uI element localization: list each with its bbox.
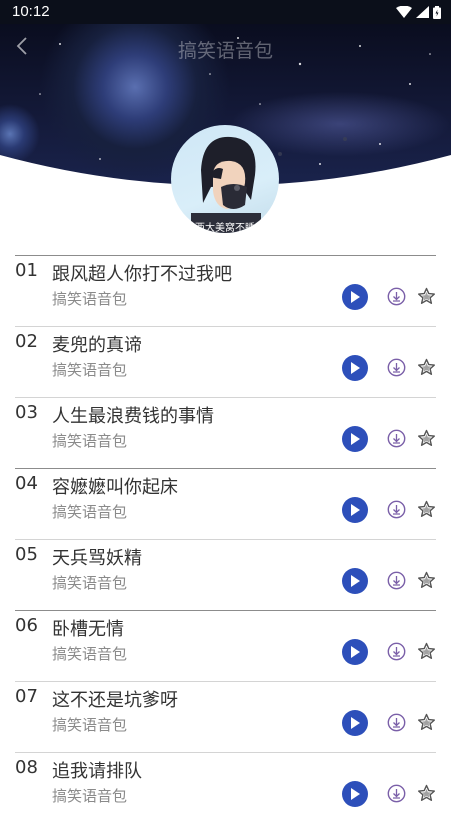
star-icon[interactable] [417, 500, 436, 519]
track-number: 08 [15, 757, 38, 778]
track-number: 01 [15, 260, 38, 281]
avatar[interactable]: 西大美窝不睡 [171, 125, 279, 233]
list-item[interactable]: 02 麦兜的真谛搞笑语音包 [15, 326, 436, 397]
list-item[interactable]: 05 天兵骂妖精搞笑语音包 [15, 539, 436, 610]
track-subtitle: 搞笑语音包 [52, 361, 128, 379]
battery-icon [433, 5, 441, 19]
page-title: 搞笑语音包 [177, 40, 273, 62]
download-icon[interactable] [387, 500, 406, 519]
track-title: 卧槽无情 [52, 619, 124, 640]
play-button[interactable] [342, 355, 368, 381]
track-number: 05 [15, 544, 38, 565]
play-icon [351, 575, 360, 587]
play-icon [351, 717, 360, 729]
play-button[interactable] [342, 568, 368, 594]
star-icon[interactable] [417, 642, 436, 661]
track-number: 03 [15, 402, 38, 423]
track-title: 跟风超人你打不过我吧 [52, 264, 232, 285]
download-icon[interactable] [387, 358, 406, 377]
status-bar: 10:12 [0, 0, 451, 24]
play-icon [351, 788, 360, 800]
download-icon[interactable] [387, 287, 406, 306]
list-item[interactable]: 08 追我请排队 搞笑语音包 [15, 752, 436, 823]
list-item[interactable]: 06 卧槽无情搞笑语音包 [15, 610, 436, 681]
track-subtitle: 搞笑语音包 [52, 574, 128, 592]
list-item[interactable]: 03 人生最浪费钱的事情 搞笑语音包 [15, 397, 436, 468]
track-subtitle: 搞笑语音包 [52, 645, 128, 663]
track-title: 容嬷嬷叫你起床 [52, 477, 178, 498]
download-icon[interactable] [387, 642, 406, 661]
track-number: 07 [15, 686, 38, 707]
track-title: 这不还是坑爹呀 [52, 690, 178, 711]
star-icon[interactable] [417, 713, 436, 732]
track-subtitle: 搞笑语音包 [52, 432, 128, 450]
star-icon[interactable] [417, 287, 436, 306]
play-icon [351, 291, 360, 303]
system-icons [396, 5, 441, 19]
wifi-icon [396, 6, 412, 18]
download-icon[interactable] [387, 713, 406, 732]
play-button[interactable] [342, 284, 368, 310]
track-number: 06 [15, 615, 38, 636]
play-icon [351, 646, 360, 658]
list-item[interactable]: 04 容嬷嬷叫你起床 搞笑语音包 [15, 468, 436, 539]
play-button[interactable] [342, 710, 368, 736]
star-icon[interactable] [417, 784, 436, 803]
track-title: 追我请排队 [52, 761, 142, 782]
play-icon [351, 504, 360, 516]
star-icon[interactable] [417, 358, 436, 377]
avatar-caption: 西大美窝不睡 [195, 223, 255, 233]
track-title: 人生最浪费钱的事情 [52, 406, 214, 427]
star-icon[interactable] [417, 571, 436, 590]
download-icon[interactable] [387, 784, 406, 803]
list-item[interactable]: 07 这不还是坑爹呀 搞笑语音包 [15, 681, 436, 752]
track-subtitle: 搞笑语音包 [52, 290, 128, 308]
download-icon[interactable] [387, 571, 406, 590]
track-subtitle: 搞笑语音包 [52, 716, 128, 734]
play-button[interactable] [342, 426, 368, 452]
list-item[interactable]: 01 跟风超人你打不过我吧 搞笑语音包 [15, 255, 436, 326]
play-icon [351, 362, 360, 374]
play-button[interactable] [342, 497, 368, 523]
avatar-image [191, 136, 261, 233]
star-icon[interactable] [417, 429, 436, 448]
track-title: 麦兜的真谛 [52, 335, 142, 356]
play-button[interactable] [342, 639, 368, 665]
play-icon [351, 433, 360, 445]
track-number: 04 [15, 473, 38, 494]
track-list: 01 跟风超人你打不过我吧 搞笑语音包 02 麦兜的真谛 搞笑语音包 03 人生最浪费钱的事情… [15, 255, 436, 823]
download-icon[interactable] [387, 429, 406, 448]
track-subtitle: 搞笑语音包 [52, 503, 128, 521]
track-title: 天兵骂妖精 [52, 548, 142, 569]
signal-icon [416, 6, 429, 18]
play-button[interactable] [342, 781, 368, 807]
track-number: 02 [15, 331, 38, 352]
status-time: 10:12 [12, 3, 50, 20]
